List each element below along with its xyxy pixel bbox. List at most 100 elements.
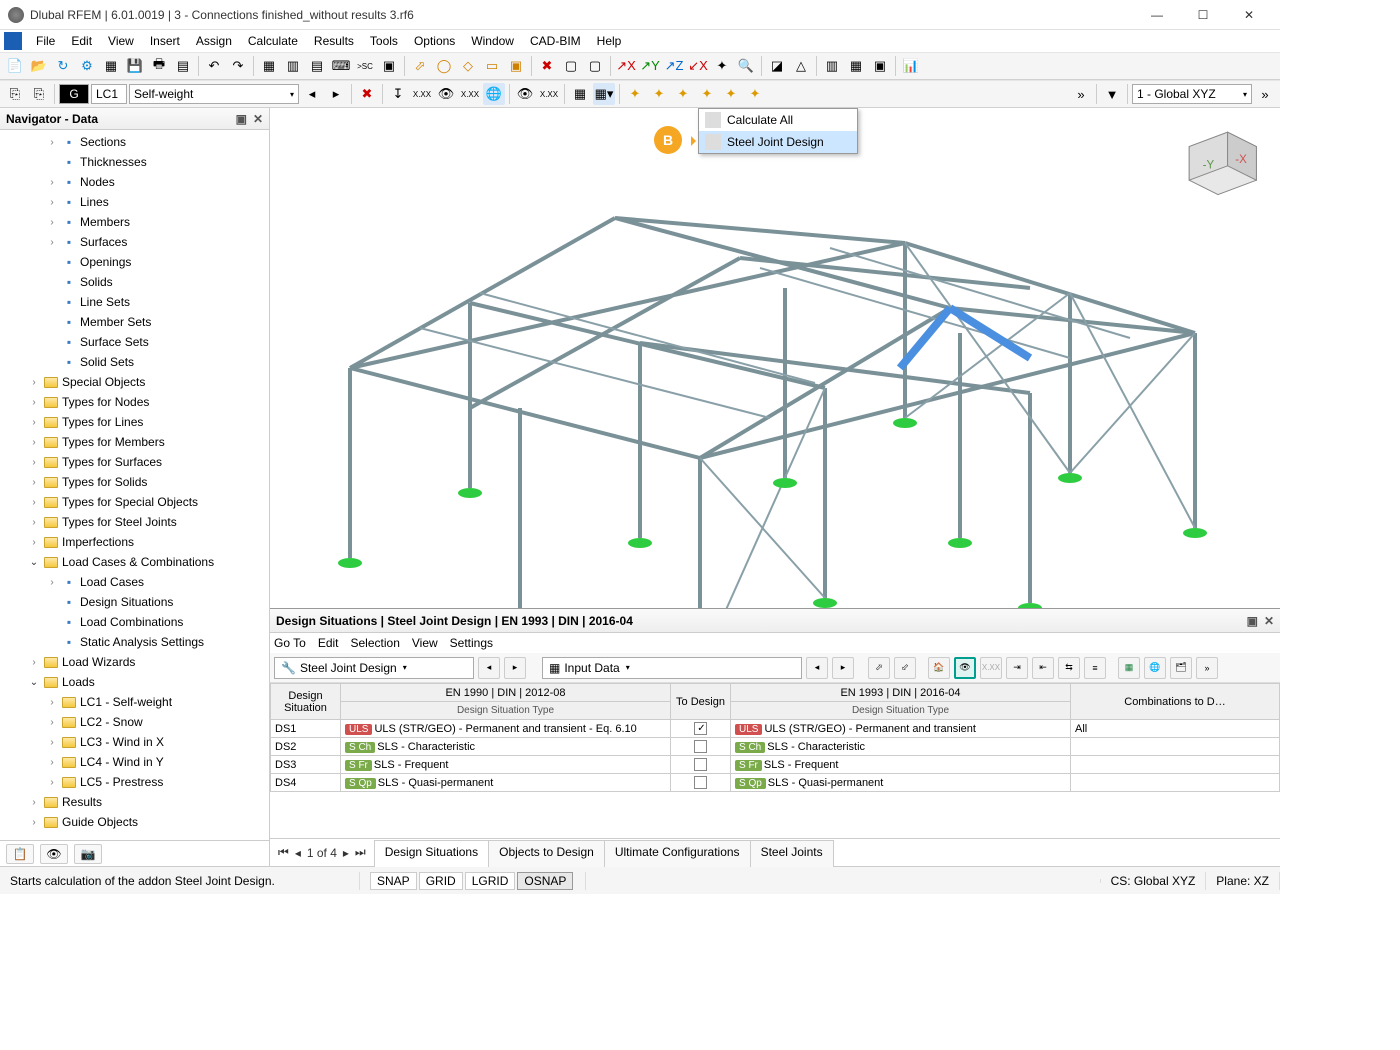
to-design-checkbox[interactable]: [694, 740, 707, 753]
expand-icon[interactable]: »: [1070, 83, 1092, 105]
globe-view-icon[interactable]: 🌐: [483, 83, 505, 105]
snap-lgrid[interactable]: LGRID: [465, 872, 516, 890]
script-icon[interactable]: ⌨: [330, 55, 352, 77]
spark6-icon[interactable]: ✦: [744, 83, 766, 105]
redo-icon[interactable]: ↷: [227, 55, 249, 77]
snap-osnap[interactable]: OSNAP: [517, 872, 573, 890]
menu-calculate[interactable]: Calculate: [240, 32, 306, 50]
layers-icon[interactable]: ▣: [378, 55, 400, 77]
spark4-icon[interactable]: ✦: [696, 83, 718, 105]
calc-icon[interactable]: ▦: [569, 83, 591, 105]
nav-tab-eye-icon[interactable]: 👁: [40, 844, 68, 864]
select-poly-icon[interactable]: ◇: [457, 55, 479, 77]
eye-icon[interactable]: 👁: [435, 83, 457, 105]
spark5-icon[interactable]: ✦: [720, 83, 742, 105]
menu-insert[interactable]: Insert: [142, 32, 188, 50]
box2-icon[interactable]: ▢: [584, 55, 606, 77]
more-icon[interactable]: »: [1196, 657, 1218, 679]
tree-item[interactable]: ›LC5 - Prestress: [0, 772, 269, 792]
pager-last-icon[interactable]: ⏭: [355, 845, 366, 860]
funnel-icon[interactable]: ▼: [1101, 83, 1123, 105]
dim-icon[interactable]: X.XX: [411, 83, 433, 105]
print-icon[interactable]: 🖶: [148, 55, 170, 77]
addon-prev-icon[interactable]: ◂: [478, 657, 500, 679]
bp-menu-view[interactable]: View: [412, 636, 438, 650]
lc-tool2-icon[interactable]: ⎘: [28, 83, 50, 105]
undo-icon[interactable]: ↶: [203, 55, 225, 77]
table-row[interactable]: DS1ULSULS (STR/GEO) - Permanent and tran…: [271, 720, 1280, 738]
axis-xyz-icon[interactable]: ✦: [711, 55, 733, 77]
tree-item[interactable]: ›▪Sections: [0, 132, 269, 152]
pager-first-icon[interactable]: ⏮: [278, 845, 289, 860]
tree-item[interactable]: ▪Solids: [0, 272, 269, 292]
app-logo-icon[interactable]: [4, 32, 22, 50]
run-addon-icon[interactable]: 🏠: [928, 657, 950, 679]
table-prev-icon[interactable]: ◂: [806, 657, 828, 679]
menu-options[interactable]: Options: [406, 32, 463, 50]
select-lasso-icon[interactable]: ◯: [433, 55, 455, 77]
shade-icon[interactable]: ◪: [766, 55, 788, 77]
select-box-icon[interactable]: ▭: [481, 55, 503, 77]
menu-results[interactable]: Results: [306, 32, 362, 50]
snap-snap[interactable]: SNAP: [370, 872, 417, 890]
bp-menu-settings[interactable]: Settings: [450, 636, 493, 650]
grid-2-icon[interactable]: ▥: [282, 55, 304, 77]
menu-view[interactable]: View: [100, 32, 142, 50]
tree-item[interactable]: ›▪Nodes: [0, 172, 269, 192]
tree-item[interactable]: ›LC2 - Snow: [0, 712, 269, 732]
nav-tab-camera-icon[interactable]: 📷: [74, 844, 102, 864]
bp-close-icon[interactable]: ✕: [1264, 614, 1274, 628]
tree-item[interactable]: ›LC1 - Self-weight: [0, 692, 269, 712]
excel-icon[interactable]: ▦: [1118, 657, 1140, 679]
view-cube-icon[interactable]: -X -Y: [1170, 122, 1266, 200]
eye2-icon[interactable]: 👁: [514, 83, 536, 105]
to-design-checkbox[interactable]: [694, 776, 707, 789]
tree-item[interactable]: ▪Design Situations: [0, 592, 269, 612]
assembly-icon[interactable]: ▣: [869, 55, 891, 77]
bp-menu-go-to[interactable]: Go To: [274, 636, 306, 650]
bp-dim-icon[interactable]: X.XX: [980, 657, 1002, 679]
spark3-icon[interactable]: ✦: [672, 83, 694, 105]
lc-name-select[interactable]: Self-weight▾: [129, 84, 299, 104]
export-icon[interactable]: ▤: [172, 55, 194, 77]
axis-x-icon[interactable]: ↗X: [615, 55, 637, 77]
tool-a-icon[interactable]: ⇥: [1006, 657, 1028, 679]
maximize-button[interactable]: ☐: [1180, 0, 1226, 30]
tree-item[interactable]: ▪Surface Sets: [0, 332, 269, 352]
table-row[interactable]: DS2S ChSLS - CharacteristicS ChSLS - Cha…: [271, 738, 1280, 756]
axis-z-icon[interactable]: ↗Z: [663, 55, 685, 77]
wireframe-icon[interactable]: △: [790, 55, 812, 77]
pager-prev-icon[interactable]: ◂: [295, 846, 301, 860]
tool-c-icon[interactable]: ⇆: [1058, 657, 1080, 679]
report-icon[interactable]: 🗂: [1170, 657, 1192, 679]
menu-cad-bim[interactable]: CAD-BIM: [522, 32, 589, 50]
grid-3-icon[interactable]: ▤: [306, 55, 328, 77]
menu-assign[interactable]: Assign: [188, 32, 240, 50]
box-icon[interactable]: ▢: [560, 55, 582, 77]
bp-tab[interactable]: Ultimate Configurations: [604, 840, 751, 867]
select-icon[interactable]: ⬀: [409, 55, 431, 77]
snap-grid[interactable]: GRID: [419, 872, 463, 890]
tree-item[interactable]: ›Types for Surfaces: [0, 452, 269, 472]
tree-item[interactable]: ›LC4 - Wind in Y: [0, 752, 269, 772]
dim2-icon[interactable]: X.XX: [459, 83, 481, 105]
dim3-icon[interactable]: X.XX: [538, 83, 560, 105]
new-icon[interactable]: 📄: [4, 55, 26, 77]
tree-item[interactable]: ›Special Objects: [0, 372, 269, 392]
addon-select[interactable]: 🔧 Steel Joint Design▾: [274, 657, 474, 679]
axis-neg-x-icon[interactable]: ↙X: [687, 55, 709, 77]
menu-help[interactable]: Help: [589, 32, 630, 50]
bp-tab[interactable]: Steel Joints: [750, 840, 834, 867]
axis-y-icon[interactable]: ↗Y: [639, 55, 661, 77]
menu-edit[interactable]: Edit: [63, 32, 100, 50]
expand2-icon[interactable]: »: [1254, 83, 1276, 105]
addon-next-icon[interactable]: ▸: [504, 657, 526, 679]
tree-item[interactable]: ›▪Lines: [0, 192, 269, 212]
tree-item[interactable]: ›Types for Special Objects: [0, 492, 269, 512]
tree-item[interactable]: ▪Static Analysis Settings: [0, 632, 269, 652]
minimize-button[interactable]: —: [1134, 0, 1180, 30]
save-icon[interactable]: 💾: [124, 55, 146, 77]
tree-item[interactable]: ›Types for Steel Joints: [0, 512, 269, 532]
tree-item[interactable]: ⌄Load Cases & Combinations: [0, 552, 269, 572]
close-button[interactable]: ✕: [1226, 0, 1272, 30]
